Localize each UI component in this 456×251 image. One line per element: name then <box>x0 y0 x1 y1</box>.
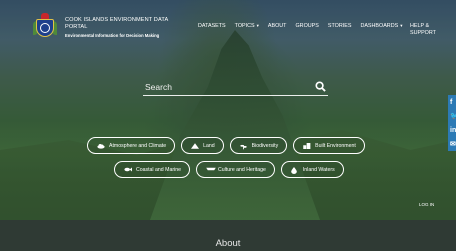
site-header: COOK ISLANDS ENVIRONMENT DATA PORTAL Env… <box>0 0 456 50</box>
nav-item-label: STORIES <box>327 23 352 29</box>
linkedin-icon[interactable]: in <box>448 123 456 137</box>
about-heading: About <box>215 238 241 249</box>
nav-item-groups[interactable]: GROUPS <box>295 23 318 30</box>
caret-down-icon: ▾ <box>400 23 403 28</box>
topic-row-2: Coastal and Marine Culture and Heritage In… <box>114 161 350 178</box>
water-drop-icon <box>291 166 299 174</box>
topic-button-atmosphere-and-climate[interactable]: Atmosphere and Climate <box>87 137 176 154</box>
search-input[interactable] <box>145 80 305 94</box>
search-bar <box>143 78 328 96</box>
nav-item-label: GROUPS <box>295 23 319 29</box>
topic-button-label: Inland Waters <box>302 166 335 173</box>
topic-row-1: Atmosphere and Climate Land Biodiversity Bu… <box>87 137 371 154</box>
topic-button-land[interactable]: Land <box>181 137 224 154</box>
login-link[interactable]: LOG IN <box>419 202 434 207</box>
topic-button-culture-and-heritage[interactable]: Culture and Heritage <box>195 161 275 178</box>
topic-button-coastal-and-marine[interactable]: Coastal and Marine <box>114 161 190 178</box>
topic-button-label: Built Environment <box>315 142 356 149</box>
nav-item-help-support[interactable]: HELP & SUPPORT <box>410 23 440 36</box>
canoe-icon <box>206 167 216 173</box>
twitter-icon[interactable]: 🐦 <box>448 109 456 123</box>
site-title[interactable]: COOK ISLANDS ENVIRONMENT DATA PORTAL <box>65 17 175 30</box>
nav-item-stories[interactable]: STORIES <box>328 23 352 30</box>
topic-button-label: Atmosphere and Climate <box>109 142 167 149</box>
nav-item-about[interactable]: ABOUT <box>268 23 287 30</box>
nav-item-label: ABOUT <box>267 23 287 29</box>
mountain-icon <box>191 142 200 149</box>
site-subtitle: Environmental Information for Decision M… <box>65 33 160 38</box>
topic-button-biodiversity[interactable]: Biodiversity <box>229 137 288 154</box>
nav-item-label: DATASETS <box>198 23 226 29</box>
nav-item-datasets[interactable]: DATASETS <box>198 23 226 30</box>
nav-item-topics[interactable]: TOPICS ▾ <box>235 23 259 30</box>
nav-item-label: TOPICS <box>234 23 255 29</box>
plant-icon <box>239 143 248 149</box>
nav-item-label: DASHBOARDS <box>360 23 399 29</box>
cloud-icon <box>97 143 105 149</box>
coat-of-arms-icon <box>33 13 57 39</box>
topic-button-built-environment[interactable]: Built Environment <box>293 137 365 154</box>
site-logo[interactable] <box>33 13 57 39</box>
topic-button-inland-waters[interactable]: Inland Waters <box>280 161 344 178</box>
topic-button-label: Culture and Heritage <box>217 166 266 173</box>
search-icon[interactable] <box>315 81 326 92</box>
main-nav: DATASETS TOPICS ▾ ABOUT GROUPS STORIES DASHBOA… <box>198 23 411 30</box>
nav-item-dashboards[interactable]: DASHBOARDS ▾ <box>360 23 402 30</box>
topic-button-label: Coastal and Marine <box>136 166 181 173</box>
facebook-icon[interactable]: f <box>448 95 456 109</box>
topic-button-label: Biodiversity <box>251 142 279 149</box>
email-icon[interactable]: ✉ <box>448 137 456 151</box>
caret-down-icon: ▾ <box>256 23 259 28</box>
nav-help-label: HELP & SUPPORT <box>410 23 436 36</box>
fish-icon <box>124 167 132 173</box>
building-icon <box>303 142 311 149</box>
social-share-bar: f 🐦 in ✉ <box>448 95 456 151</box>
topic-button-label: Land <box>203 142 215 149</box>
